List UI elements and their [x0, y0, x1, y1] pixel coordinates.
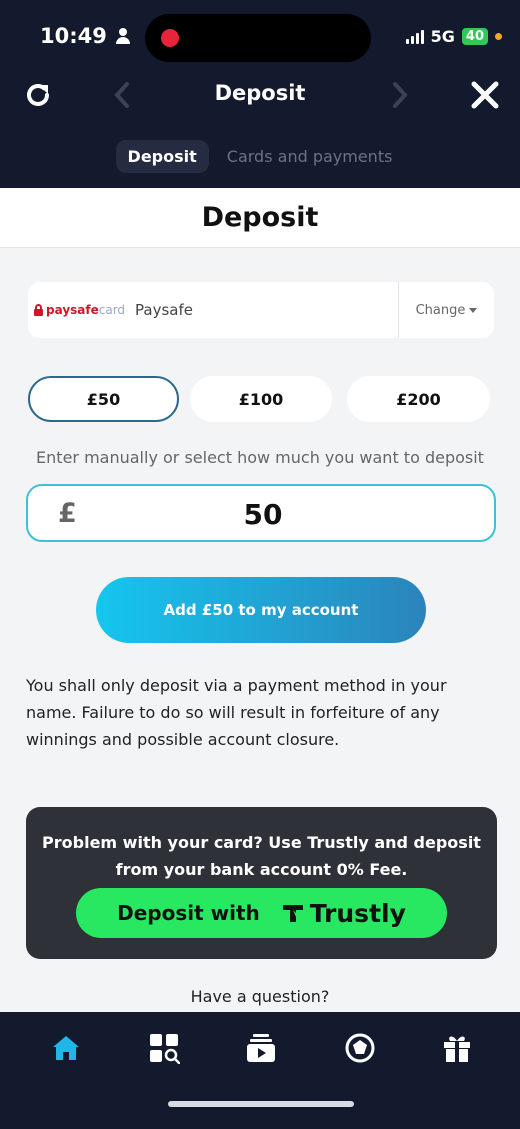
nav-search-games[interactable] [148, 1032, 181, 1065]
trustly-brand: Trustly [309, 898, 406, 928]
deposit-with-label: Deposit with [117, 901, 260, 925]
logo-text-card: card [98, 303, 126, 317]
live-games-icon [247, 1034, 275, 1062]
tab-cards-and-payments[interactable]: Cards and payments [215, 140, 405, 173]
nav-sports[interactable] [344, 1032, 376, 1064]
lock-icon [34, 304, 43, 316]
logo-text-paysafe: paysafe [46, 303, 99, 317]
payment-method-card[interactable]: paysafe card Paysafe Change [28, 282, 494, 338]
header: Deposit Deposit Cards and payments [0, 68, 520, 188]
status-bar: 10:49 5G 40 [0, 0, 520, 68]
bottom-nav [0, 1012, 520, 1129]
amount-option-100[interactable]: £100 [190, 376, 332, 422]
status-time-group: 10:49 [40, 24, 131, 48]
deposit-with-trustly-button[interactable]: Deposit with Trustly [76, 888, 447, 938]
privacy-dot [495, 33, 502, 40]
add-funds-button[interactable]: Add £50 to my account [96, 577, 426, 643]
nav-live-games[interactable] [245, 1032, 277, 1064]
signal-icon [405, 29, 424, 44]
trustly-message: Problem with your card? Use Trustly and … [42, 833, 481, 879]
amount-value: 50 [243, 498, 283, 531]
next-button[interactable] [388, 80, 412, 110]
sports-ball-icon [345, 1033, 375, 1063]
recording-indicator [161, 29, 179, 47]
home-indicator [168, 1101, 354, 1107]
status-indicators: 5G 40 [405, 27, 502, 46]
trustly-panel: Problem with your card? Use Trustly and … [26, 807, 497, 959]
status-time: 10:49 [40, 24, 107, 48]
gift-icon [444, 1036, 470, 1062]
chevron-right-icon [393, 82, 408, 108]
payment-method-name: Paysafe [135, 301, 194, 319]
dynamic-island [145, 14, 371, 62]
network-label: 5G [430, 27, 455, 46]
header-title: Deposit [214, 81, 306, 105]
trustly-t-icon [282, 905, 303, 922]
paysafecard-logo: paysafe card [34, 303, 125, 317]
person-icon [115, 28, 131, 44]
amount-option-200[interactable]: £200 [347, 376, 490, 422]
change-method-button[interactable]: Change [398, 282, 494, 338]
page-header: Deposit [0, 188, 520, 248]
home-icon [53, 1036, 79, 1060]
amount-option-50[interactable]: £50 [28, 376, 179, 422]
battery-icon: 40 [461, 28, 488, 45]
search-games-icon [150, 1034, 181, 1065]
change-label: Change [415, 302, 466, 318]
nav-promotions[interactable] [441, 1032, 473, 1064]
amount-input[interactable]: £ 50 [26, 484, 496, 542]
deposit-disclaimer: You shall only deposit via a payment met… [26, 676, 447, 749]
close-button[interactable] [470, 80, 500, 110]
caret-down-icon [469, 307, 478, 313]
tab-deposit[interactable]: Deposit [115, 140, 209, 173]
close-icon [471, 81, 499, 109]
tab-bar: Deposit Cards and payments [0, 140, 520, 173]
amount-hint: Enter manually or select how much you wa… [36, 448, 484, 467]
nav-home[interactable] [50, 1032, 82, 1064]
help-question[interactable]: Have a question? [0, 987, 520, 1006]
trustly-logo: Trustly [282, 899, 406, 928]
page-title: Deposit [201, 202, 319, 233]
